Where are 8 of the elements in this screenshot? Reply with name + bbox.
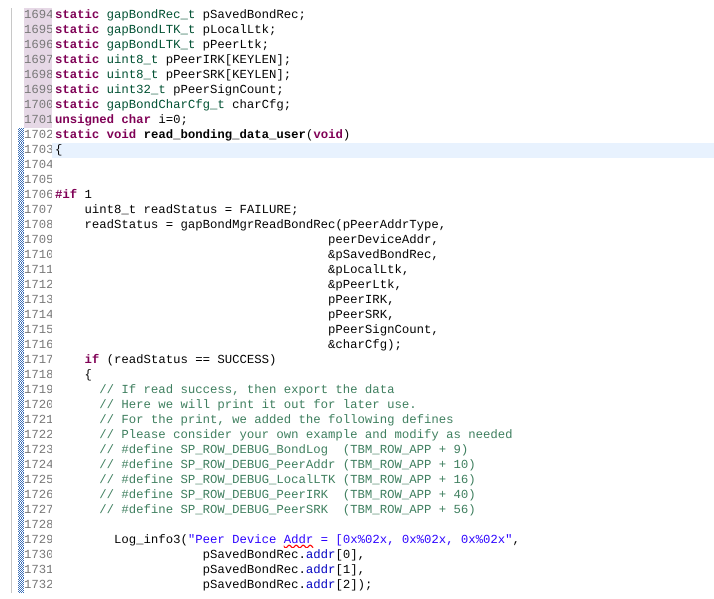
line-number: 1695: [24, 23, 52, 38]
line-number: 1701: [24, 113, 52, 128]
line-number: 1698: [24, 68, 52, 83]
line-number: 1694: [24, 8, 52, 23]
line-number: 1696: [24, 38, 52, 53]
line-number: 1699: [24, 83, 52, 98]
line-number: 1700: [24, 98, 52, 113]
line-number: 1697: [24, 53, 52, 68]
